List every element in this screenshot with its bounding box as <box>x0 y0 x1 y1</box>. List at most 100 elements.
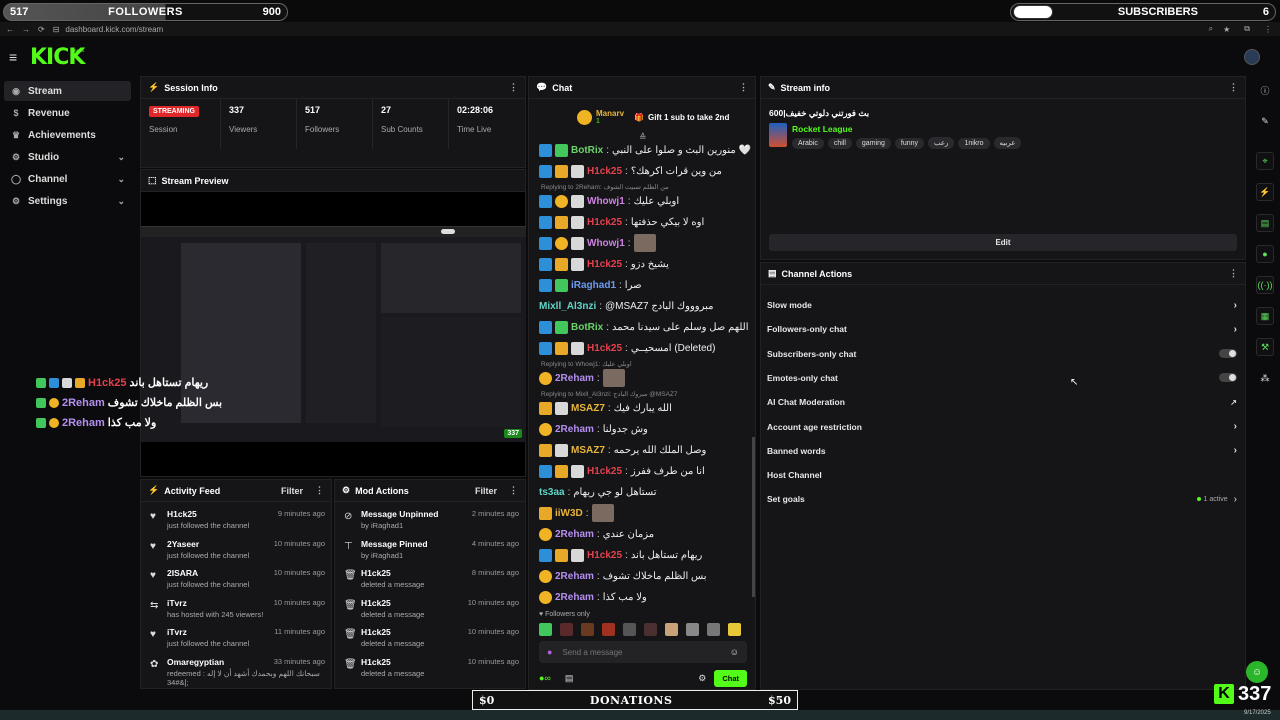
tools-icon[interactable]: ⚒ <box>1256 338 1274 356</box>
chat-username[interactable]: ts3aa <box>539 487 565 498</box>
apps-icon[interactable]: ⁂ <box>1256 369 1274 387</box>
chat-username[interactable]: 2Reham <box>555 529 594 540</box>
item-name[interactable]: H1ck25 <box>361 598 391 608</box>
item-name[interactable]: H1ck25 <box>361 568 391 578</box>
chat-username[interactable]: 2Reham <box>555 571 594 582</box>
chat-message[interactable]: 2Reham: ولا مب كذا <box>539 588 751 606</box>
toggle-switch[interactable] <box>1219 373 1237 383</box>
chat-message[interactable]: 2Reham: <box>539 369 751 387</box>
chat-username[interactable]: 2Reham <box>555 424 594 435</box>
edit-stream-button[interactable]: Edit <box>769 234 1237 251</box>
emote-icon[interactable] <box>560 623 573 636</box>
emote-icon[interactable] <box>581 623 594 636</box>
stream-tag[interactable]: gaming <box>855 138 891 149</box>
emote-icon[interactable] <box>707 623 720 636</box>
chat-message[interactable]: BotRix: منورين البث و صلوا على النبي 🤍 <box>539 141 751 159</box>
emoji-icon[interactable]: ☺ <box>730 647 739 657</box>
chat-message[interactable]: 2Reham: مزمان عندي <box>539 525 751 543</box>
sidebar-item-studio[interactable]: ⚙ Studio ⌄ <box>4 147 131 167</box>
chat-username[interactable]: H1ck25 <box>587 343 622 354</box>
clipboard-icon[interactable]: ▤ <box>1256 214 1274 232</box>
avatar[interactable] <box>1244 49 1260 65</box>
channel-action-set-goals[interactable]: Set goals 1 active › <box>767 491 1237 507</box>
channel-action-slow-mode[interactable]: Slow mode › <box>767 297 1237 313</box>
chat-username[interactable]: MSAZ7 <box>571 445 605 456</box>
channel-action-followers-only-chat[interactable]: Followers-only chat › <box>767 321 1237 337</box>
channel-action-banned-words[interactable]: Banned words › <box>767 443 1237 459</box>
item-name[interactable]: H1ck25 <box>361 627 391 637</box>
stream-tag[interactable]: funny <box>894 138 924 149</box>
chat-username[interactable]: Whowj1 <box>587 238 625 249</box>
chat-username[interactable]: Mixll_Al3nzi <box>539 301 596 312</box>
forward-icon[interactable]: → <box>22 25 30 34</box>
item-name[interactable]: Message Unpinned <box>361 509 438 519</box>
chat-username[interactable]: 2Reham <box>555 592 594 603</box>
kebab-menu-icon[interactable]: ⋮ <box>509 82 518 93</box>
chat-message[interactable]: H1ck25: انا من طرف ففرز <box>539 462 751 480</box>
chat-username[interactable]: iRaghad1 <box>571 280 616 291</box>
site-info-icon[interactable]: ⊟ <box>53 25 60 34</box>
kebab-menu-icon[interactable]: ⋮ <box>1229 82 1238 93</box>
chat-message[interactable]: MSAZ7: الله يبارك فيك <box>539 399 751 417</box>
emote-icon[interactable] <box>686 623 699 636</box>
item-name[interactable]: iTvrz <box>167 598 187 608</box>
stream-tag[interactable]: عربيه <box>993 137 1022 149</box>
mod-filter-button[interactable]: Filter <box>475 486 497 496</box>
chat-username[interactable]: 2Reham <box>555 373 594 384</box>
sidebar-item-channel[interactable]: ◯ Channel ⌄ <box>4 169 131 189</box>
channel-action-account-age-restriction[interactable]: Account age restriction › <box>767 419 1237 435</box>
item-name[interactable]: Omaregyptian <box>167 657 224 667</box>
zoom-icon[interactable]: ⌕ <box>1209 24 1213 34</box>
chat-message[interactable]: H1ck25: من وين قرات اكرهك؟ <box>539 162 751 180</box>
chat-message[interactable]: H1ck25: يشيخ دزو <box>539 255 751 273</box>
item-name[interactable]: 2ISARA <box>167 568 198 578</box>
emote-icon[interactable] <box>644 623 657 636</box>
hamburger-icon[interactable]: ≡ <box>9 49 17 65</box>
kebab-menu-icon[interactable]: ⋮ <box>315 485 324 496</box>
sidebar-item-achievements[interactable]: ♛ Achievements <box>4 125 131 145</box>
kebab-menu-icon[interactable]: ⋮ <box>1229 268 1238 279</box>
kebab-menu-icon[interactable]: ⋮ <box>739 82 748 93</box>
chat-message-input[interactable] <box>562 647 713 657</box>
emote-icon[interactable] <box>602 623 615 636</box>
back-icon[interactable]: ← <box>6 25 14 34</box>
chat-username[interactable]: iiW3D <box>555 508 583 519</box>
chat-message[interactable]: Whowj1: اوبلي عليك <box>539 192 751 210</box>
item-name[interactable]: H1ck25 <box>361 657 391 667</box>
emote-bar[interactable] <box>539 623 741 636</box>
item-name[interactable]: 2Yaseer <box>167 539 199 549</box>
menu-icon[interactable]: ⋮ <box>1264 25 1272 34</box>
chat-message[interactable]: iiW3D: <box>539 504 751 522</box>
chat-message[interactable]: iRaghad1: صرا <box>539 276 751 294</box>
send-chat-button[interactable]: Chat <box>714 669 747 687</box>
item-name[interactable]: H1ck25 <box>167 509 197 519</box>
chat-username[interactable]: H1ck25 <box>587 466 622 477</box>
channel-action-emotes-only-chat[interactable]: Emotes-only chat <box>767 370 1237 386</box>
reload-icon[interactable]: ⟳ <box>38 25 45 34</box>
chat-settings-icon[interactable]: ⚙ <box>698 673 706 684</box>
emote-icon[interactable] <box>539 623 552 636</box>
bookmark-icon[interactable]: ★ <box>1223 25 1230 34</box>
chat-username[interactable]: BotRix <box>571 322 603 333</box>
kebab-menu-icon[interactable]: ⋮ <box>509 485 518 496</box>
stream-tag[interactable]: Arabic <box>792 138 824 149</box>
layout-icon[interactable]: ▦ <box>1256 307 1274 325</box>
chat-message[interactable]: H1ck25: امسحيــي (Deleted) <box>539 339 751 357</box>
item-name[interactable]: iTvrz <box>167 627 187 637</box>
extensions-icon[interactable]: ⧉ <box>1244 24 1250 34</box>
chat-username[interactable]: H1ck25 <box>587 550 622 561</box>
emote-icon[interactable] <box>728 623 741 636</box>
chat-message[interactable]: ts3aa: تستاهل لو جي ريهام <box>539 483 751 501</box>
store-icon[interactable]: ▤ <box>565 673 574 684</box>
emote-icon[interactable] <box>665 623 678 636</box>
category-name[interactable]: Rocket League <box>792 124 852 134</box>
chat-scrollbar[interactable] <box>752 437 755 597</box>
stream-tag[interactable]: 1nikro <box>958 138 990 149</box>
info-icon[interactable]: ⓘ <box>1256 81 1274 99</box>
chat-bubble-icon[interactable]: ● <box>1256 245 1274 263</box>
bolt-icon[interactable]: ⚡ <box>1256 183 1274 201</box>
chat-message[interactable]: Mixll_Al3nzi: @MSAZ7 مبروووك البادج <box>539 297 751 315</box>
chat-message[interactable]: H1ck25: ريهام تستاهل باند <box>539 546 751 564</box>
help-bubble-icon[interactable]: ☺ <box>1246 661 1268 683</box>
points-icon[interactable]: ●∞ <box>539 673 551 683</box>
